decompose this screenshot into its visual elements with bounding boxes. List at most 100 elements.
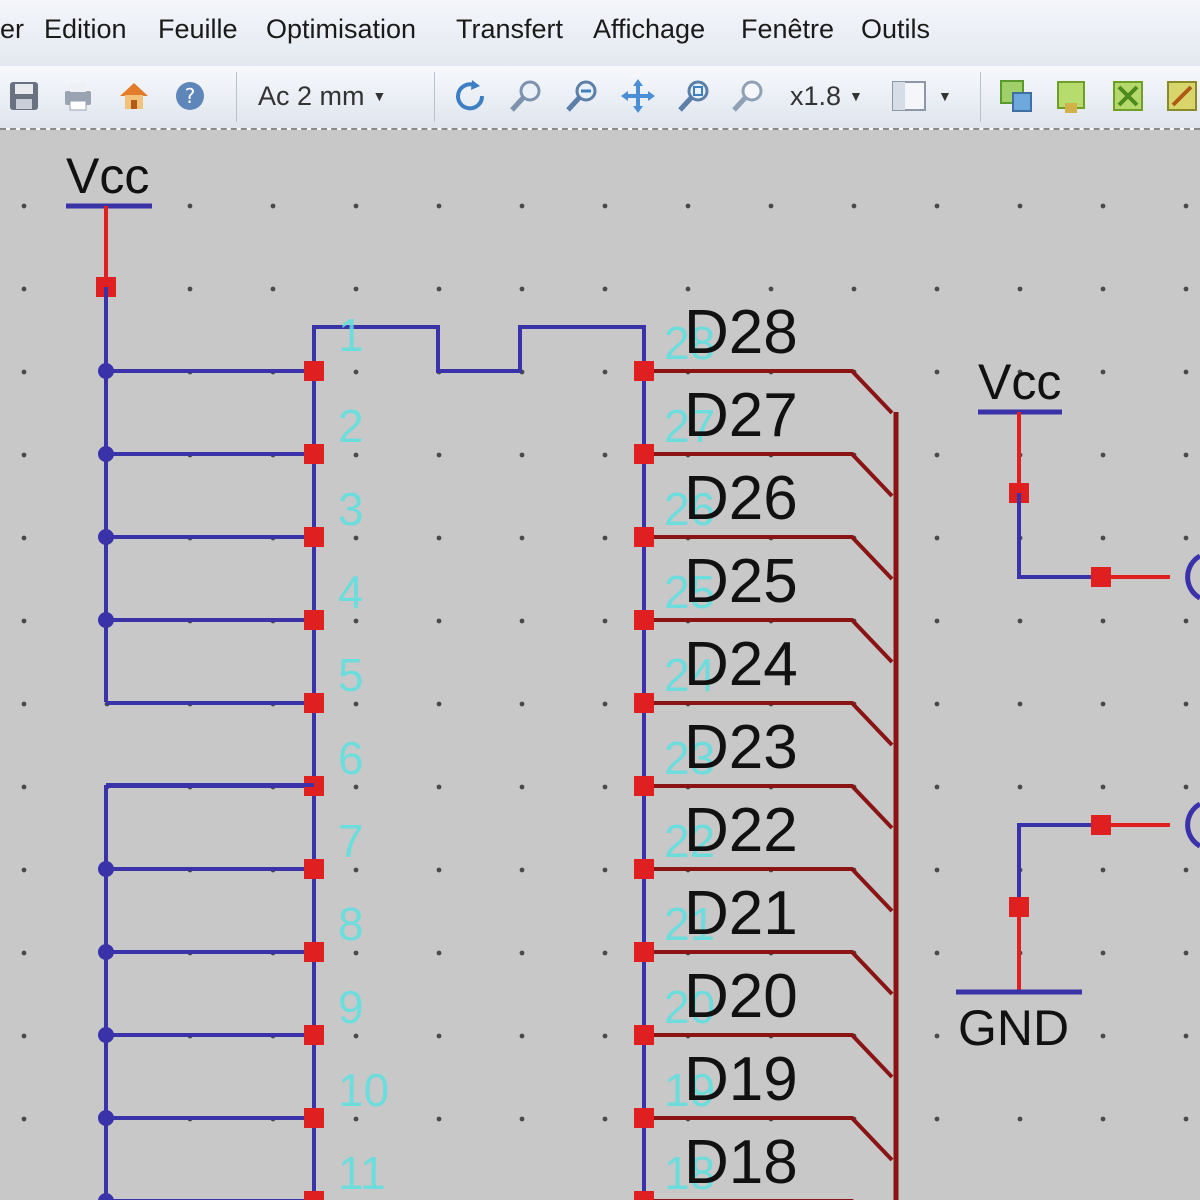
pin-endpoint[interactable] [634,1025,654,1045]
left-pin[interactable]: 7 [98,815,364,879]
pin-endpoint[interactable] [304,1108,324,1128]
component-terminal[interactable] [1185,801,1200,849]
pin-endpoint[interactable] [634,942,654,962]
wire-junction-dot[interactable] [98,1027,114,1043]
left-pins: 1 2 3 4 5 6 7 8 9 10 11 [98,309,389,1200]
wire-junction-dot[interactable] [98,446,114,462]
help-icon[interactable]: ? [168,74,212,118]
pin-number-label: 9 [338,981,364,1033]
pin-endpoint[interactable] [304,1025,324,1045]
pin-endpoint[interactable] [634,361,654,381]
component-delete-icon[interactable] [1106,74,1150,118]
left-pin[interactable]: 9 [98,981,364,1045]
pin-endpoint[interactable] [304,610,324,630]
wire-junction-dot[interactable] [98,944,114,960]
left-pin[interactable]: 8 [98,898,364,962]
wire-junction-dot[interactable] [98,1193,114,1200]
pin-endpoint[interactable] [634,1191,654,1200]
pin-endpoint[interactable] [304,444,324,464]
left-pin[interactable]: 11 [98,1147,386,1200]
grid-dot [768,286,774,292]
pin-number-label: 2 [338,400,364,452]
component-move-icon[interactable] [1160,74,1200,118]
signal-label: D20 [684,962,798,1031]
menu-affichage[interactable]: Affichage [593,14,705,45]
zoom-fit-icon[interactable] [726,74,770,118]
component-terminal[interactable] [1185,553,1200,601]
vcc-symbol-right[interactable]: Vcc [978,354,1200,601]
chevron-down-icon: ▼ [849,88,863,104]
menu-edition[interactable]: Edition [44,14,127,45]
right-pin[interactable]: 18D18 [634,1128,892,1200]
grid-dot [1100,1116,1106,1122]
grid-dot [436,701,442,707]
chevron-down-icon: ▼ [372,88,387,104]
toolbar: ? Ac 2 mm ▼ x1.8 ▼ ▼ [0,66,1200,130]
left-pin[interactable]: 10 [98,1064,389,1128]
gnd-symbol-right[interactable]: GND [956,801,1200,1056]
pan-icon[interactable] [616,74,660,118]
menu-fichier[interactable]: er [0,14,24,45]
component-add-icon[interactable] [994,74,1038,118]
schematic-canvas[interactable]: Vcc 1 2 3 4 5 6 7 8 9 10 11 28D2827D2726D2625D2524… [0,130,1200,1200]
pin-number-label: 5 [338,649,364,701]
grid-dot [602,535,608,541]
wire-junction-dot[interactable] [98,363,114,379]
pin-endpoint[interactable] [634,1108,654,1128]
pin-endpoint[interactable] [304,942,324,962]
grid-dot [353,1116,359,1122]
grid-dot [436,618,442,624]
pin-endpoint[interactable] [634,527,654,547]
menu-bar: er Edition Feuille Optimisation Transfer… [0,0,1200,67]
menu-feuille[interactable]: Feuille [158,14,238,45]
pin-endpoint[interactable] [304,693,324,713]
menu-outils[interactable]: Outils [861,14,930,45]
zoom-in-icon[interactable] [504,74,548,118]
pin-endpoint[interactable] [634,444,654,464]
junction-square[interactable] [1009,897,1029,917]
grid-dot [353,535,359,541]
wire-junction-dot[interactable] [98,529,114,545]
menu-fenetre[interactable]: Fenêtre [741,14,834,45]
grid-dot [21,1116,27,1122]
component-place-icon[interactable] [1050,74,1094,118]
pin-number-label: 10 [338,1064,389,1116]
view-combo[interactable]: ▼ [890,78,952,114]
left-pin[interactable]: 2 [98,400,364,464]
pin-endpoint[interactable] [304,527,324,547]
left-pin[interactable]: 3 [98,483,364,547]
pin-endpoint[interactable] [304,1191,324,1200]
pin-endpoint[interactable] [634,610,654,630]
grid-dot [1100,701,1106,707]
pin-endpoint[interactable] [634,776,654,796]
gnd-label: GND [958,1000,1069,1056]
grid-dot [1183,1033,1189,1039]
wire-junction-dot[interactable] [98,1110,114,1126]
pin-number-label: 7 [338,815,364,867]
grid-dot [519,286,525,292]
zoom-out-icon[interactable] [560,74,604,118]
grid-dot [21,950,27,956]
menu-transfert[interactable]: Transfert [456,14,563,45]
pin-endpoint[interactable] [304,361,324,381]
grid-dot [1100,1033,1106,1039]
pin-endpoint[interactable] [634,693,654,713]
wire-junction-dot[interactable] [98,861,114,877]
wire-junction-dot[interactable] [98,612,114,628]
grid-dot [519,867,525,873]
zoom-window-icon[interactable] [672,74,716,118]
zoom-factor-combo[interactable]: x1.8 ▼ [790,78,863,114]
left-pin[interactable]: 4 [98,566,364,630]
grid-dot [602,867,608,873]
pin-endpoint[interactable] [634,859,654,879]
left-pin[interactable]: 1 [98,309,364,381]
grid-step-combo[interactable]: Ac 2 mm ▼ [258,78,386,114]
home-icon[interactable] [112,74,156,118]
pin-endpoint[interactable] [304,859,324,879]
rotate-icon[interactable] [448,74,492,118]
grid-dot [519,950,525,956]
menu-optimisation[interactable]: Optimisation [266,14,416,45]
print-icon[interactable] [56,74,100,118]
left-pin[interactable]: 5 [106,649,364,713]
save-icon[interactable] [2,74,46,118]
